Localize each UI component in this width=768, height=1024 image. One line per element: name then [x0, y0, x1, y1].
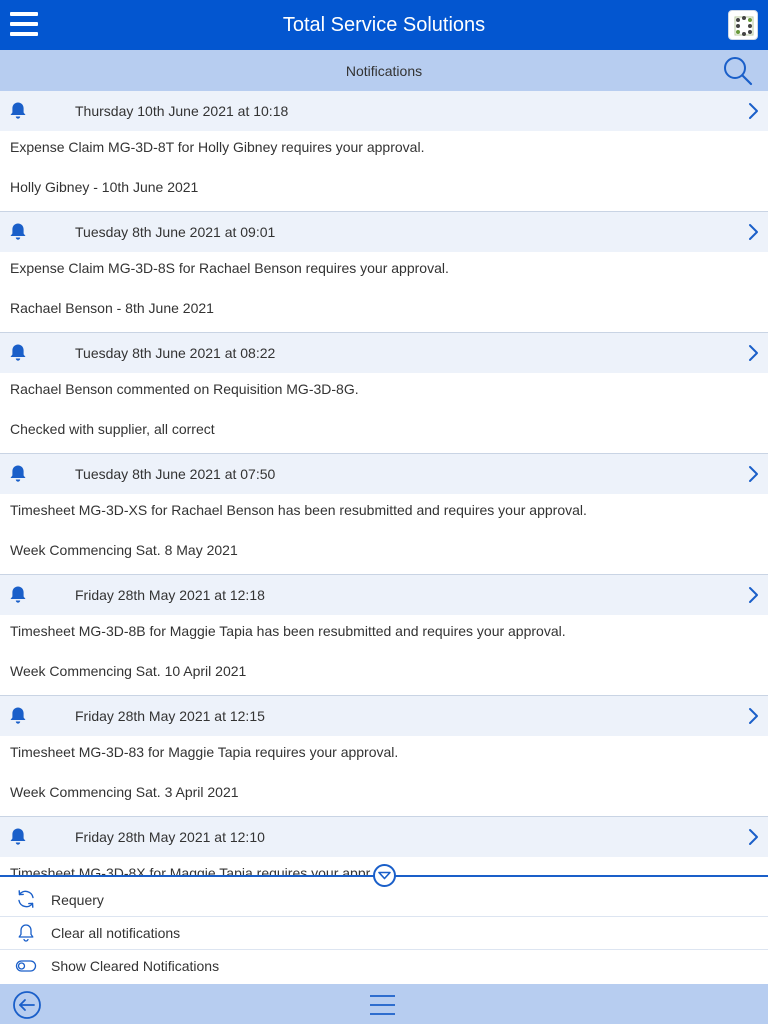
bell-icon [10, 102, 26, 119]
collapse-panel-button[interactable] [373, 864, 396, 887]
notification-header[interactable]: Tuesday 8th June 2021 at 09:01 [0, 212, 768, 252]
back-button[interactable] [12, 990, 42, 1020]
notification-item[interactable]: Friday 28th May 2021 at 12:15 Timesheet … [0, 696, 768, 817]
refresh-icon [18, 890, 34, 908]
chevron-right-icon[interactable] [748, 102, 759, 120]
notification-date: Tuesday 8th June 2021 at 08:22 [75, 345, 276, 361]
notification-message: Timesheet MG-3D-8X for Maggie Tapia requ… [10, 865, 371, 875]
sub-header: Notifications [0, 50, 768, 91]
action-panel: Requery Clear all notifications Show Cle… [0, 875, 768, 984]
chevron-right-icon[interactable] [748, 828, 759, 846]
notification-date: Tuesday 8th June 2021 at 09:01 [75, 224, 276, 240]
hamburger-line [10, 22, 38, 26]
notification-header[interactable]: Friday 28th May 2021 at 12:15 [0, 696, 768, 736]
chevron-down-icon [378, 871, 391, 880]
bell-icon [10, 707, 26, 724]
notification-detail: Checked with supplier, all correct [10, 421, 215, 437]
requery-action[interactable]: Requery [0, 883, 768, 916]
notification-message: Expense Claim MG-3D-8T for Holly Gibney … [10, 139, 425, 155]
show-cleared-notifications-toggle[interactable]: Show Cleared Notifications [0, 949, 768, 982]
notification-item[interactable]: Friday 28th May 2021 at 12:18 Timesheet … [0, 575, 768, 696]
notification-message: Timesheet MG-3D-8B for Maggie Tapia has … [10, 623, 566, 639]
notification-date: Friday 28th May 2021 at 12:18 [75, 587, 265, 603]
bell-icon [10, 223, 26, 240]
notification-header[interactable]: Tuesday 8th June 2021 at 08:22 [0, 333, 768, 373]
bottom-bar [0, 984, 768, 1024]
page-title: Notifications [345, 62, 423, 79]
notification-message: Expense Claim MG-3D-8S for Rachael Benso… [10, 260, 449, 276]
hamburger-icon [370, 995, 395, 1015]
bell-icon [10, 344, 26, 361]
notification-item[interactable]: Tuesday 8th June 2021 at 07:50 Timesheet… [0, 454, 768, 575]
toggle-icon [15, 960, 37, 972]
hamburger-line [10, 12, 38, 16]
notification-detail: Week Commencing Sat. 8 May 2021 [10, 542, 238, 558]
notification-header[interactable]: Tuesday 8th June 2021 at 07:50 [0, 454, 768, 494]
notification-message: Timesheet MG-3D-XS for Rachael Benson ha… [10, 502, 587, 518]
chevron-right-icon[interactable] [748, 344, 759, 362]
top-bar: Total Service Solutions [0, 0, 768, 50]
notification-message: Rachael Benson commented on Requisition … [10, 381, 359, 397]
notification-header[interactable]: Friday 28th May 2021 at 12:10 [0, 817, 768, 857]
notification-date: Friday 28th May 2021 at 12:10 [75, 829, 265, 845]
chevron-right-icon[interactable] [748, 707, 759, 725]
hamburger-menu-button[interactable] [10, 12, 38, 36]
notification-message: Timesheet MG-3D-83 for Maggie Tapia requ… [10, 744, 399, 760]
chevron-right-icon[interactable] [748, 223, 759, 241]
bell-icon [10, 465, 26, 482]
notification-item[interactable]: Thursday 10th June 2021 at 10:18 Expense… [0, 91, 768, 212]
back-arrow-icon [13, 991, 41, 1019]
bell-outline-icon [18, 924, 34, 942]
search-button[interactable] [722, 55, 754, 87]
notification-item[interactable]: Tuesday 8th June 2021 at 09:01 Expense C… [0, 212, 768, 333]
notification-detail: Rachael Benson - 8th June 2021 [10, 300, 214, 316]
notification-detail: Holly Gibney - 10th June 2021 [10, 179, 199, 195]
bell-icon [10, 828, 26, 845]
hamburger-line [10, 32, 38, 36]
notification-list[interactable]: Thursday 10th June 2021 at 10:18 Expense… [0, 91, 768, 875]
notification-date: Friday 28th May 2021 at 12:15 [75, 708, 265, 724]
chevron-right-icon[interactable] [748, 586, 759, 604]
bottom-menu-button[interactable] [370, 994, 395, 1016]
bell-icon [10, 586, 26, 603]
clear-all-notifications-action[interactable]: Clear all notifications [0, 916, 768, 949]
app-logo-icon[interactable] [728, 10, 758, 40]
notification-date: Thursday 10th June 2021 at 10:18 [75, 103, 289, 119]
notification-date: Tuesday 8th June 2021 at 07:50 [75, 466, 276, 482]
clear-all-label: Clear all notifications [51, 925, 181, 941]
notification-item[interactable]: Tuesday 8th June 2021 at 08:22 Rachael B… [0, 333, 768, 454]
notification-header[interactable]: Thursday 10th June 2021 at 10:18 [0, 91, 768, 131]
show-cleared-label: Show Cleared Notifications [51, 958, 220, 974]
chevron-right-icon[interactable] [748, 465, 759, 483]
notification-detail: Week Commencing Sat. 10 April 2021 [10, 663, 247, 679]
app-title: Total Service Solutions [282, 13, 486, 36]
search-icon [724, 57, 753, 86]
requery-label: Requery [51, 891, 104, 908]
notification-detail: Week Commencing Sat. 3 April 2021 [10, 784, 239, 800]
notification-header[interactable]: Friday 28th May 2021 at 12:18 [0, 575, 768, 615]
